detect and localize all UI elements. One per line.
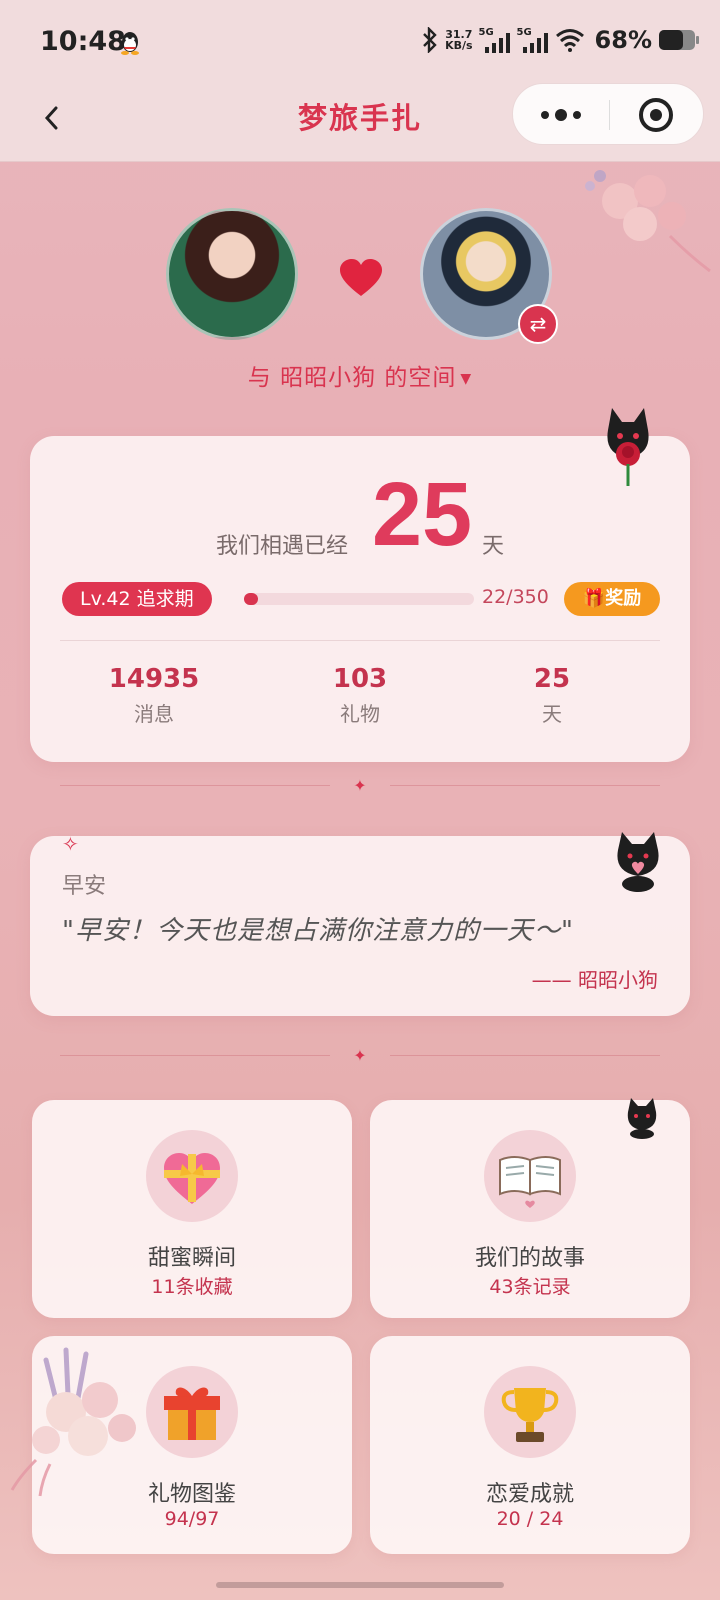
user-avatar[interactable] [166,208,298,340]
more-options-icon[interactable] [513,84,609,146]
level-progress-text: 22/350 [482,586,549,608]
stat-value: 103 [332,664,388,694]
reward-button[interactable]: 🎁奖励 [564,582,660,616]
qq-notification-icon [121,32,139,55]
stat-value: 25 [533,664,571,694]
divider-line [390,785,660,786]
status-indicators: 31.7 KB/s 5G 5G 68% [421,26,700,54]
greeting-card[interactable]: 早安 "早安！今天也是想占满你注意力的一天～" —— 昭昭小狗 [30,836,690,1016]
divider-line [390,1055,660,1056]
card-subtitle: 94/97 [164,1508,220,1530]
sim1-signal: 5G [479,27,511,53]
bluetooth-icon [423,27,437,53]
level-badge: Lv.42 追求期 [62,582,212,616]
trophy-icon [501,1388,559,1442]
black-cat-heart-sticker [617,832,659,892]
network-speed-unit: KB/s [445,39,473,52]
flower-bouquet-decoration [10,1347,136,1497]
sweet-moments-card[interactable]: 甜蜜瞬间 11条收藏 [32,1100,352,1318]
met-days-number: 25 [372,465,473,565]
sim2-signal: 5G [517,27,549,53]
card-title: 甜蜜瞬间 [147,1246,236,1271]
status-bar: 10:48 31.7 KB/s 5G 5G 68% [0,0,720,84]
sparkle-icon: ✦ [353,1046,367,1065]
swap-partner-button[interactable]: ⇄ [518,304,558,344]
miniprogram-capsule [512,83,704,145]
signal-icon [522,33,548,53]
signal-icon [484,33,510,53]
stat-value: 14935 [108,664,200,694]
battery-icon [659,30,699,50]
met-label: 我们相遇已经 [216,534,349,559]
card-title: 恋爱成就 [485,1482,574,1507]
book-icon [499,1156,561,1208]
sparkle-icon: ✦ [353,776,367,795]
stat-days[interactable]: 25 天 [472,664,632,727]
status-time: 10:48 [40,26,126,57]
icon-background [484,1366,576,1458]
card-subtitle: 43条记录 [489,1276,571,1298]
home-indicator[interactable] [216,1582,504,1588]
level-progress-bar [244,593,474,605]
stat-messages[interactable]: 14935 消息 [74,664,234,727]
sparkle-icon: ✧ [62,832,79,856]
card-subtitle: 20 / 24 [496,1508,564,1530]
black-cat-rose-sticker [607,408,649,486]
stat-label: 天 [542,702,562,726]
stat-gifts[interactable]: 103 礼物 [280,664,440,727]
stat-label: 消息 [134,702,174,726]
divider-line [60,1055,330,1056]
section-divider: ✦ [60,1046,660,1066]
met-days-unit: 天 [482,534,505,559]
space-label: 与 昭昭小狗 的空间 [247,365,457,391]
relationship-stats-card: 我们相遇已经 25 天 Lv.42 追求期 22/350 🎁奖励 14935 消… [30,436,690,762]
divider-line [60,785,330,786]
card-subtitle: 11条收藏 [151,1276,233,1298]
icon-background [146,1130,238,1222]
section-divider: ✦ [60,776,660,796]
card-divider [60,640,660,641]
greeting-signature: —— 昭昭小狗 [531,968,658,992]
close-miniprogram-icon[interactable] [610,84,705,146]
dropdown-caret-icon: ▼ [460,370,473,387]
wifi-icon [555,29,584,52]
greeting-quote: "早安！今天也是想占满你注意力的一天～" [62,916,574,946]
reward-label: 奖励 [605,588,642,609]
black-cat-sticker [627,1098,657,1139]
network-speed: 31.7 KB/s [445,29,472,51]
battery-percent: 68% [594,26,652,54]
heart-ribbon-icon [164,1153,220,1204]
gift-box-icon [164,1387,220,1440]
stat-label: 礼物 [340,702,380,726]
love-achievements-card[interactable]: 恋爱成就 20 / 24 [370,1336,690,1554]
icon-background [146,1366,238,1458]
flower-bouquet-decoration [585,170,711,273]
card-title: 我们的故事 [474,1246,585,1271]
level-progress-fill [244,593,259,605]
icon-background [484,1130,576,1222]
space-selector[interactable]: 与 昭昭小狗 的空间 ▼ [0,358,720,392]
heart-icon [340,259,382,296]
gift-icon: 🎁 [582,588,606,609]
greeting-title: 早安 [62,874,107,899]
